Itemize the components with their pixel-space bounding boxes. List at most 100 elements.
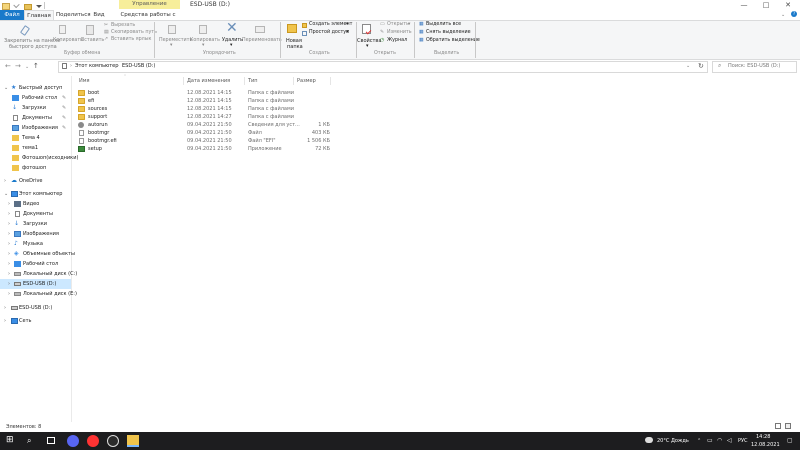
column-divider[interactable] [183, 77, 184, 85]
nav-pc-music[interactable]: › ♪ Музыка [0, 239, 71, 249]
column-header-size[interactable]: Размер [297, 77, 316, 85]
recent-locations-button[interactable]: ⌄ [25, 63, 29, 72]
language-indicator[interactable]: РУС [738, 438, 748, 444]
copy-path-button[interactable]: Скопировать путь [111, 30, 157, 35]
yandex-browser-icon[interactable] [87, 435, 99, 447]
chevron-right-icon[interactable]: › [8, 219, 10, 229]
file-row[interactable]: sources 12.08.2021 14:15 Папка с файлами [78, 105, 330, 113]
nav-qa-downloads[interactable]: ↓ Загрузки ✎ [0, 103, 71, 113]
easy-access-button[interactable]: Простой доступ [309, 30, 349, 35]
chevron-down-icon[interactable]: ⌄ [686, 63, 690, 69]
windows-start-icon[interactable]: ⊞ [6, 436, 14, 445]
search-icon[interactable]: ⌕ [27, 436, 31, 445]
tab-file[interactable]: Файл [0, 10, 24, 20]
nav-qa-folder-1[interactable]: Тема 4 [0, 133, 71, 143]
minimize-button[interactable]: — [736, 0, 752, 10]
chevron-right-icon[interactable]: › [8, 209, 10, 219]
file-row[interactable]: autorun 09.04.2021 21:50 Сведения для ус… [78, 121, 330, 129]
chevron-right-icon[interactable]: › [4, 316, 6, 326]
forward-button[interactable]: → [15, 62, 21, 71]
nav-qa-folder-3[interactable]: Фотошоп(исходники) [0, 153, 78, 163]
column-divider[interactable] [330, 77, 331, 85]
properties-button[interactable]: Свойства [357, 38, 381, 44]
chevron-right-icon[interactable]: › [4, 303, 6, 313]
paste-shortcut-button[interactable]: Вставить ярлык [111, 37, 151, 42]
properties-quick-icon[interactable] [2, 3, 10, 10]
nav-usb[interactable]: › ESD-USB (D:) [0, 303, 71, 313]
chevron-down-icon[interactable]: ⌄ [4, 189, 8, 199]
open-button[interactable]: Открыть [387, 22, 409, 27]
nav-pc-3d-objects[interactable]: › ◈ Объемные объекты [0, 249, 75, 259]
nav-pc-downloads[interactable]: › ↓ Загрузки [0, 219, 71, 229]
nav-qa-folder-2[interactable]: тема1 [0, 143, 71, 153]
cut-button[interactable]: Вырезать [111, 23, 135, 28]
nav-quick-access[interactable]: ⌄ ★ Быстрый доступ [0, 83, 71, 93]
move-to-button[interactable]: Переместить [159, 38, 192, 43]
nav-qa-pictures[interactable]: Изображения ✎ [0, 123, 71, 133]
select-none-button[interactable]: Снять выделение [426, 30, 471, 35]
copy-to-button[interactable]: Копировать [190, 38, 220, 43]
delete-button[interactable]: Удалить [222, 38, 243, 43]
maximize-button[interactable]: □ [758, 0, 774, 10]
tab-share[interactable]: Поделиться [56, 10, 91, 20]
select-all-button[interactable]: Выделить все [426, 22, 461, 27]
tray-expand-icon[interactable]: ⌃ [697, 438, 701, 444]
chevron-right-icon[interactable]: › [8, 229, 10, 239]
nav-network[interactable]: › Сеть [0, 316, 71, 326]
invert-selection-button[interactable]: Обратить выделение [426, 38, 480, 43]
chevron-right-icon[interactable]: › [4, 176, 6, 186]
chevron-down-icon[interactable]: ▾ [230, 43, 232, 48]
breadcrumb-this-pc[interactable]: Этот компьютер [75, 63, 118, 69]
app-icon[interactable] [107, 435, 119, 447]
details-view-icon[interactable] [775, 423, 781, 429]
clock-time[interactable]: 14:28 [756, 434, 770, 440]
chevron-down-icon[interactable] [36, 5, 42, 8]
task-view-icon[interactable] [47, 437, 55, 444]
refresh-icon[interactable]: ↻ [698, 62, 704, 70]
nav-pc-pictures[interactable]: › Изображения [0, 229, 71, 239]
tab-home[interactable]: Главная [24, 10, 54, 20]
file-row[interactable]: support 12.08.2021 14:27 Папка с файлами [78, 113, 330, 121]
nav-pc-documents[interactable]: › Документы [0, 209, 71, 219]
file-row[interactable]: efi 12.08.2021 14:15 Папка с файлами [78, 97, 330, 105]
nav-pc-local-c[interactable]: › Локальный диск (C:) [0, 269, 77, 279]
clock-date[interactable]: 12.08.2021 [751, 442, 780, 448]
chevron-down-icon[interactable]: ▾ [366, 43, 369, 49]
rename-button[interactable]: Переименовать [242, 38, 282, 43]
column-header-type[interactable]: Тип [248, 77, 258, 85]
file-row[interactable]: boot 12.08.2021 14:15 Папка с файлами [78, 89, 330, 97]
chevron-right-icon[interactable]: › [8, 249, 10, 259]
chevron-right-icon[interactable]: › [8, 239, 10, 249]
wifi-icon[interactable]: ◠ [717, 437, 722, 444]
address-bar[interactable] [58, 61, 708, 73]
chevron-right-icon[interactable]: › [8, 269, 10, 279]
chevron-down-icon[interactable]: ▾ [346, 30, 348, 35]
volume-icon[interactable]: ◁ [727, 437, 732, 444]
nav-onedrive[interactable]: › ☁ OneDrive [0, 176, 71, 186]
chevron-right-icon[interactable]: › [8, 199, 10, 209]
column-header-name[interactable]: Имя [79, 77, 90, 85]
edit-button[interactable]: Изменить [387, 30, 412, 35]
chevron-right-icon[interactable]: › [8, 259, 10, 269]
monitor-icon[interactable]: ▭ [707, 437, 713, 444]
back-button[interactable]: ← [5, 62, 11, 71]
nav-qa-folder-4[interactable]: фотошоп [0, 163, 71, 173]
help-icon[interactable]: ? [791, 11, 797, 17]
column-header-date[interactable]: Дата изменения [187, 77, 230, 85]
nav-qa-desktop[interactable]: Рабочий стол ✎ [0, 93, 71, 103]
file-row[interactable]: setup 09.04.2021 21:50 Приложение 72 КБ [78, 145, 330, 153]
up-button[interactable]: ↑ [33, 62, 39, 71]
chevron-down-icon[interactable]: ▾ [170, 43, 172, 48]
chevron-down-icon[interactable]: ⌄ [781, 12, 785, 18]
nav-qa-documents[interactable]: Документы ✎ [0, 113, 71, 123]
file-explorer-icon[interactable] [127, 435, 139, 447]
chevron-right-icon[interactable]: › [8, 289, 10, 299]
paste-button[interactable]: Вставить [81, 38, 104, 43]
chevron-right-icon[interactable]: › [8, 279, 10, 289]
chevron-down-icon[interactable]: ▾ [408, 22, 410, 27]
file-row[interactable]: bootmgr.efi 09.04.2021 21:50 Файл "EFI" … [78, 137, 330, 145]
nav-pc-local-e[interactable]: › Локальный диск (E:) [0, 289, 77, 299]
chevron-down-icon[interactable]: ⌄ [4, 83, 8, 93]
large-icons-view-icon[interactable] [785, 423, 791, 429]
nav-pc-desktop[interactable]: › Рабочий стол [0, 259, 71, 269]
